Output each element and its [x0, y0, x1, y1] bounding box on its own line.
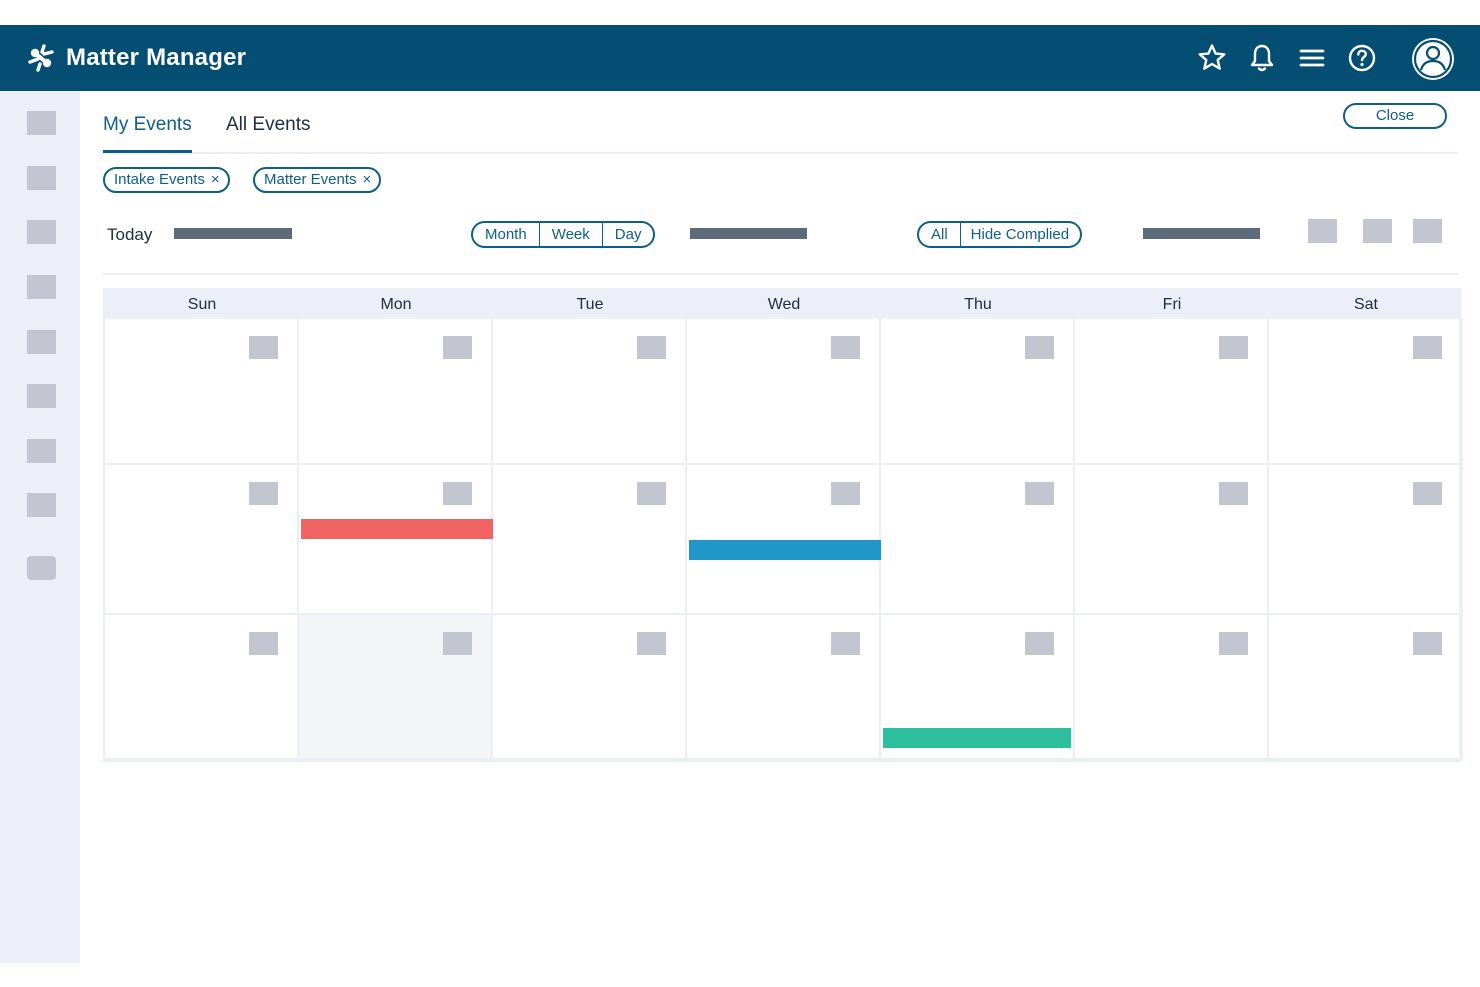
sidebar-item-1[interactable] — [27, 111, 56, 135]
weekday-thu: Thu — [964, 296, 992, 313]
day-cell[interactable] — [493, 615, 687, 760]
day-cell[interactable] — [687, 615, 881, 760]
sidebar-item-8[interactable] — [27, 493, 56, 517]
filter-chip-matter-events[interactable]: Matter Events × — [253, 167, 382, 193]
weekday-sat: Sat — [1353, 296, 1378, 313]
close-icon[interactable]: × — [211, 169, 220, 191]
day-number-placeholder[interactable] — [637, 482, 666, 505]
toolbar-action-3[interactable] — [1413, 219, 1442, 243]
day-cell[interactable] — [105, 319, 299, 465]
app-logo-icon — [26, 43, 56, 73]
day-cell[interactable] — [1269, 319, 1463, 465]
menu-icon[interactable] — [1296, 42, 1328, 74]
day-number-placeholder[interactable] — [831, 336, 860, 359]
help-icon[interactable] — [1346, 42, 1378, 74]
sidebar-item-4[interactable] — [27, 275, 56, 299]
day-number-placeholder[interactable] — [637, 632, 666, 655]
view-switcher: Month Week Day — [471, 221, 656, 248]
tab-my-events[interactable]: My Events — [103, 112, 192, 153]
period-label-placeholder — [690, 228, 807, 239]
day-cell[interactable] — [299, 465, 493, 615]
day-cell[interactable] — [299, 615, 493, 760]
day-number-placeholder[interactable] — [1025, 482, 1054, 505]
day-cell[interactable] — [881, 319, 1075, 465]
toolbar-divider — [103, 273, 1458, 275]
filter-chip-label: Matter Events — [264, 171, 357, 188]
event-tabs: My Events All Events — [103, 112, 1458, 154]
day-number-placeholder[interactable] — [249, 482, 278, 505]
sidebar-item-7[interactable] — [27, 439, 56, 463]
day-cell[interactable] — [1269, 465, 1463, 615]
view-week-button[interactable]: Week — [540, 223, 603, 246]
today-button[interactable]: Today — [107, 224, 152, 246]
filter-label-placeholder — [1143, 228, 1260, 239]
app-title: Matter Manager — [66, 44, 247, 71]
sidebar-item-3[interactable] — [27, 220, 56, 244]
filter-chip-label: Intake Events — [114, 171, 205, 188]
weekday-mon: Mon — [380, 296, 412, 313]
day-number-placeholder[interactable] — [443, 482, 472, 505]
weekday-header: Sun Mon Tue Wed Thu Fri Sat — [105, 288, 1459, 319]
calendar-event-bar[interactable] — [689, 540, 881, 560]
date-range-placeholder — [174, 228, 292, 239]
day-number-placeholder[interactable] — [443, 336, 472, 359]
day-number-placeholder[interactable] — [1219, 632, 1248, 655]
user-avatar-icon[interactable] — [1410, 36, 1456, 82]
sidebar-item-2[interactable] — [27, 166, 56, 190]
day-number-placeholder[interactable] — [637, 336, 666, 359]
day-cell[interactable] — [493, 319, 687, 465]
day-cell[interactable] — [493, 465, 687, 615]
filter-chip-intake-events[interactable]: Intake Events × — [103, 167, 230, 193]
day-number-placeholder[interactable] — [1219, 336, 1248, 359]
status-filter: All Hide Complied — [917, 221, 1083, 248]
day-cell[interactable] — [1075, 465, 1269, 615]
weekday-sun: Sun — [187, 296, 217, 313]
month-calendar: Sun Mon Tue Wed Thu Fri Sat — [103, 288, 1463, 762]
view-day-button[interactable]: Day — [603, 223, 654, 246]
day-cell[interactable] — [881, 465, 1075, 615]
day-number-placeholder[interactable] — [831, 482, 860, 505]
day-number-placeholder[interactable] — [249, 336, 278, 359]
status-all-button[interactable]: All — [919, 223, 961, 246]
sidebar-item-6[interactable] — [27, 384, 56, 408]
sidebar-item-5[interactable] — [27, 330, 56, 354]
status-hide-complied-button[interactable]: Hide Complied — [961, 223, 1080, 246]
sidebar-item-9[interactable] — [27, 556, 56, 580]
day-cell[interactable] — [1075, 615, 1269, 760]
day-number-placeholder[interactable] — [1413, 482, 1442, 505]
day-cell[interactable] — [105, 615, 299, 760]
day-number-placeholder[interactable] — [249, 632, 278, 655]
star-icon[interactable] — [1196, 42, 1228, 74]
bell-icon[interactable] — [1246, 42, 1278, 74]
day-cell[interactable] — [299, 319, 493, 465]
close-icon[interactable]: × — [363, 169, 372, 191]
day-cell[interactable] — [105, 465, 299, 615]
app-header: Matter Manager — [0, 25, 1480, 91]
sidebar — [0, 91, 80, 963]
toolbar-action-2[interactable] — [1363, 219, 1392, 243]
day-cell[interactable] — [1269, 615, 1463, 760]
day-number-placeholder[interactable] — [1413, 336, 1442, 359]
calendar-event-bar[interactable] — [301, 519, 493, 539]
day-number-placeholder[interactable] — [1025, 336, 1054, 359]
weekday-wed: Wed — [767, 296, 801, 313]
day-number-placeholder[interactable] — [1413, 632, 1442, 655]
tab-all-events[interactable]: All Events — [226, 112, 310, 138]
day-number-placeholder[interactable] — [1219, 482, 1248, 505]
calendar-event-bar[interactable] — [883, 728, 1071, 748]
view-month-button[interactable]: Month — [473, 223, 540, 246]
day-number-placeholder[interactable] — [443, 632, 472, 655]
day-cell[interactable] — [687, 319, 881, 465]
day-cell[interactable] — [1075, 319, 1269, 465]
weekday-fri: Fri — [1162, 296, 1182, 313]
day-number-placeholder[interactable] — [831, 632, 860, 655]
day-number-placeholder[interactable] — [1025, 632, 1054, 655]
close-button[interactable]: Close — [1343, 103, 1447, 129]
toolbar-action-1[interactable] — [1308, 219, 1337, 243]
weekday-tue: Tue — [576, 296, 604, 313]
